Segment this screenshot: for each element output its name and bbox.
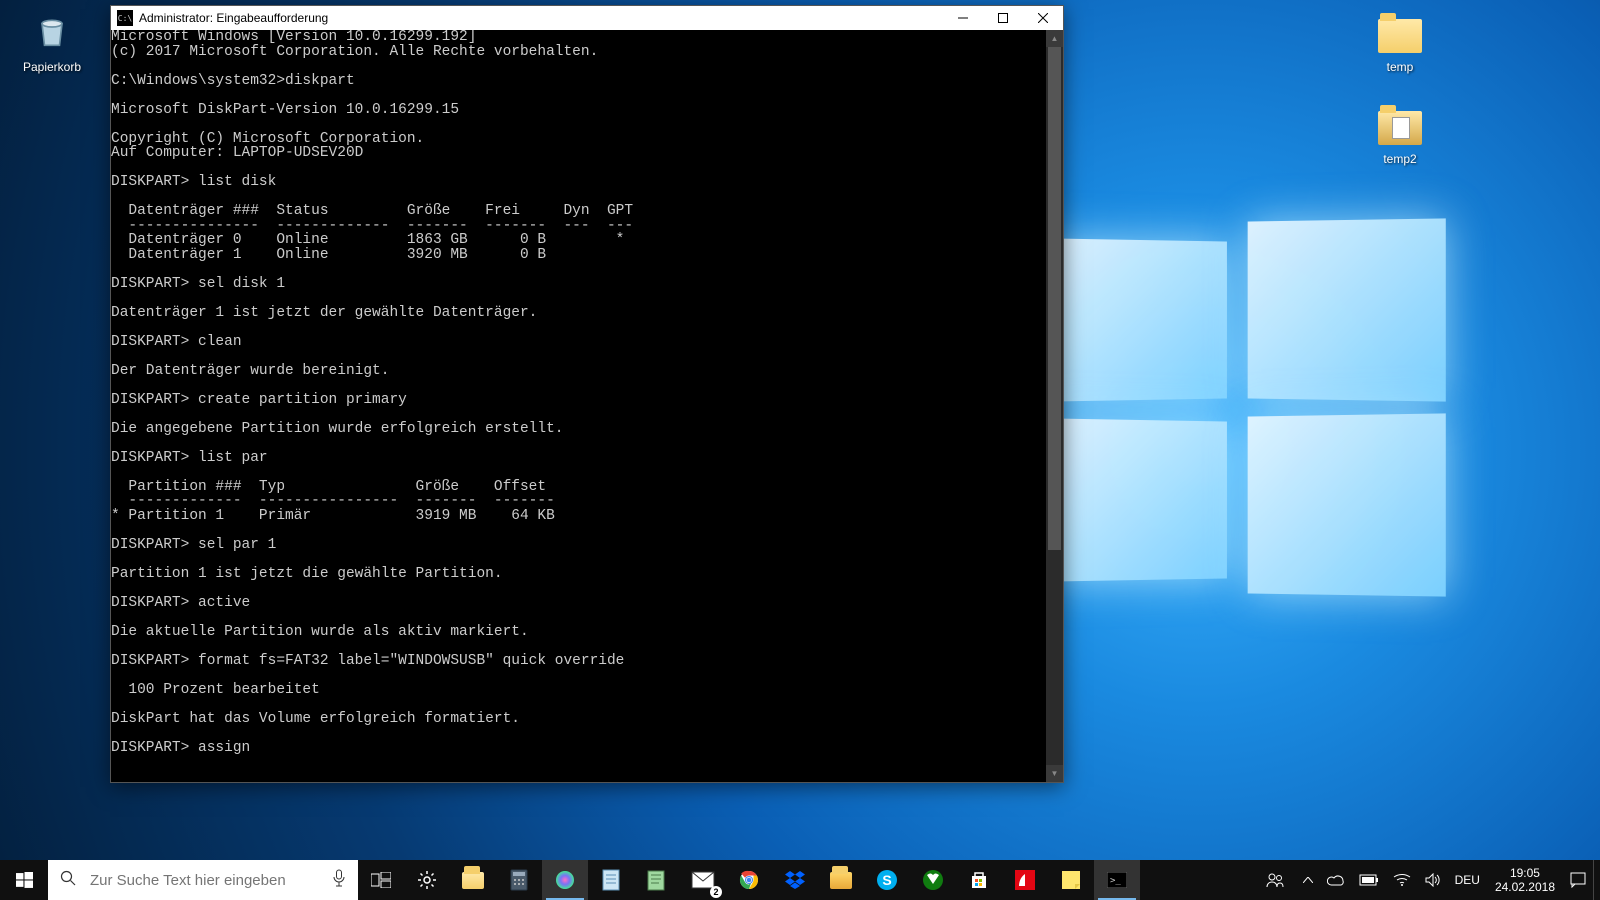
recycle-bin-icon[interactable]: Papierkorb	[12, 8, 92, 74]
windows-logo-wallpaper	[1050, 220, 1450, 600]
notepad-icon[interactable]	[588, 860, 634, 900]
app-icon-1[interactable]	[818, 860, 864, 900]
volume-icon[interactable]	[1418, 860, 1448, 900]
action-center-icon[interactable]	[1563, 860, 1593, 900]
chrome-icon[interactable]	[726, 860, 772, 900]
folder-label: temp	[1360, 60, 1440, 74]
mail-icon[interactable]: 2	[680, 860, 726, 900]
desktop-folder-temp2[interactable]: temp2	[1360, 100, 1440, 166]
close-button[interactable]	[1023, 6, 1063, 30]
settings-icon[interactable]	[404, 860, 450, 900]
onedrive-tray-icon[interactable]	[1320, 860, 1352, 900]
minimize-button[interactable]	[943, 6, 983, 30]
notepadpp-icon[interactable]	[634, 860, 680, 900]
scroll-track[interactable]	[1046, 47, 1063, 765]
desktop[interactable]: Papierkorb temp temp2 C:\ Administrator:…	[0, 0, 1600, 900]
date-text: 24.02.2018	[1495, 880, 1555, 894]
sticky-notes-icon[interactable]	[1048, 860, 1094, 900]
taskbar: 2 S >_ DEU 19:05 24.02.2018	[0, 860, 1600, 900]
time-text: 19:05	[1495, 866, 1555, 880]
tray-chevron-up-icon[interactable]	[1296, 860, 1320, 900]
cmd-window[interactable]: C:\ Administrator: Eingabeaufforderung M…	[110, 5, 1064, 783]
file-explorer-icon[interactable]	[450, 860, 496, 900]
search-box[interactable]	[48, 860, 358, 900]
system-tray: DEU 19:05 24.02.2018	[1259, 860, 1600, 900]
people-icon[interactable]	[1259, 860, 1296, 900]
paint3d-icon[interactable]	[542, 860, 588, 900]
xbox-icon[interactable]	[910, 860, 956, 900]
battery-icon[interactable]	[1352, 860, 1386, 900]
store-icon[interactable]	[956, 860, 1002, 900]
scroll-up-button[interactable]: ▲	[1046, 30, 1063, 47]
svg-text:S: S	[882, 872, 891, 888]
dropbox-icon[interactable]	[772, 860, 818, 900]
scroll-down-button[interactable]: ▼	[1046, 765, 1063, 782]
desktop-folder-temp[interactable]: temp	[1360, 8, 1440, 74]
folder-icon	[1376, 100, 1424, 148]
svg-text:>_: >_	[1110, 876, 1121, 886]
task-view-button[interactable]	[358, 860, 404, 900]
maximize-button[interactable]	[983, 6, 1023, 30]
skype-icon[interactable]: S	[864, 860, 910, 900]
recycle-bin-label: Papierkorb	[12, 60, 92, 74]
window-title: Administrator: Eingabeaufforderung	[139, 11, 943, 25]
folder-label: temp2	[1360, 152, 1440, 166]
search-icon	[60, 870, 76, 891]
trash-icon	[28, 8, 76, 56]
scrollbar[interactable]: ▲ ▼	[1046, 30, 1063, 782]
scroll-thumb[interactable]	[1048, 47, 1061, 550]
folder-icon	[1376, 8, 1424, 56]
avira-icon[interactable]	[1002, 860, 1048, 900]
show-desktop-button[interactable]	[1593, 860, 1600, 900]
cmd-taskbar-icon[interactable]: >_	[1094, 860, 1140, 900]
wifi-icon[interactable]	[1386, 860, 1418, 900]
cmd-icon: C:\	[117, 10, 133, 26]
search-input[interactable]	[88, 871, 358, 890]
titlebar[interactable]: C:\ Administrator: Eingabeaufforderung	[111, 6, 1063, 30]
start-button[interactable]	[0, 860, 48, 900]
calculator-icon[interactable]	[496, 860, 542, 900]
clock[interactable]: 19:05 24.02.2018	[1487, 866, 1563, 894]
language-indicator[interactable]: DEU	[1448, 860, 1487, 900]
microphone-icon[interactable]	[332, 869, 346, 892]
terminal-output[interactable]: Microsoft Windows [Version 10.0.16299.19…	[111, 30, 1046, 782]
mail-badge: 2	[710, 886, 722, 898]
